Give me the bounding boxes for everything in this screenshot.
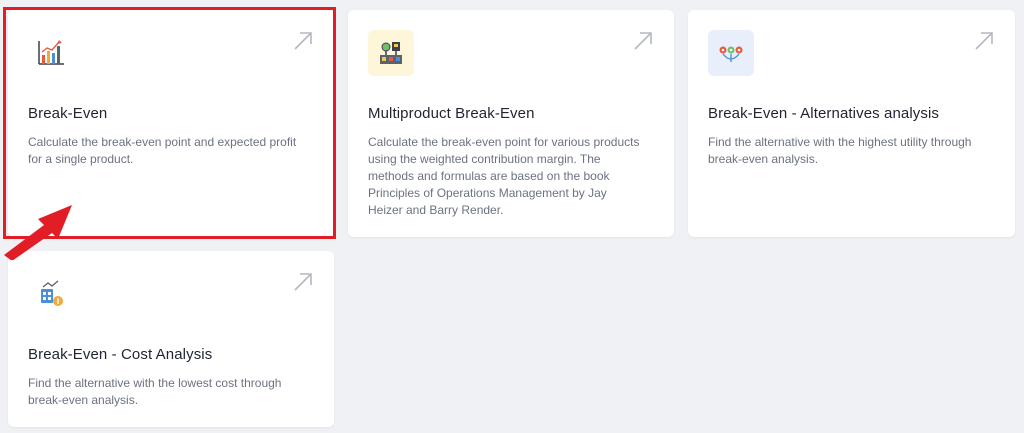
external-arrow-icon[interactable] [292,271,314,293]
external-arrow-icon[interactable] [292,30,314,52]
card-title: Break-Even - Cost Analysis [28,346,213,363]
external-arrow-icon[interactable] [632,30,654,52]
bar-chart-growth-icon [28,30,74,76]
card-description: Find the alternative with the lowest cos… [28,376,282,407]
external-arrow-icon[interactable] [973,30,995,52]
alternatives-icon [708,30,754,76]
card-break-even[interactable]: Break-Even Calculate the break-even poin… [8,10,334,237]
card-break-even-cost-analysis[interactable]: Break-Even - Cost Analysis Find the alte… [8,251,334,427]
production-line-icon [368,30,414,76]
card-description: Find the alternative with the highest ut… [708,135,972,166]
cost-analysis-icon [28,271,74,317]
card-title: Multiproduct Break-Even [368,105,535,122]
card-description: Calculate the break-even point for vario… [368,135,640,217]
card-title: Break-Even - Alternatives analysis [708,105,939,122]
card-multiproduct-break-even[interactable]: Multiproduct Break-Even Calculate the br… [348,10,674,237]
card-title: Break-Even [28,105,108,122]
card-description: Calculate the break-even point and expec… [28,135,297,166]
card-break-even-alternatives[interactable]: Break-Even - Alternatives analysis Find … [688,10,1015,237]
